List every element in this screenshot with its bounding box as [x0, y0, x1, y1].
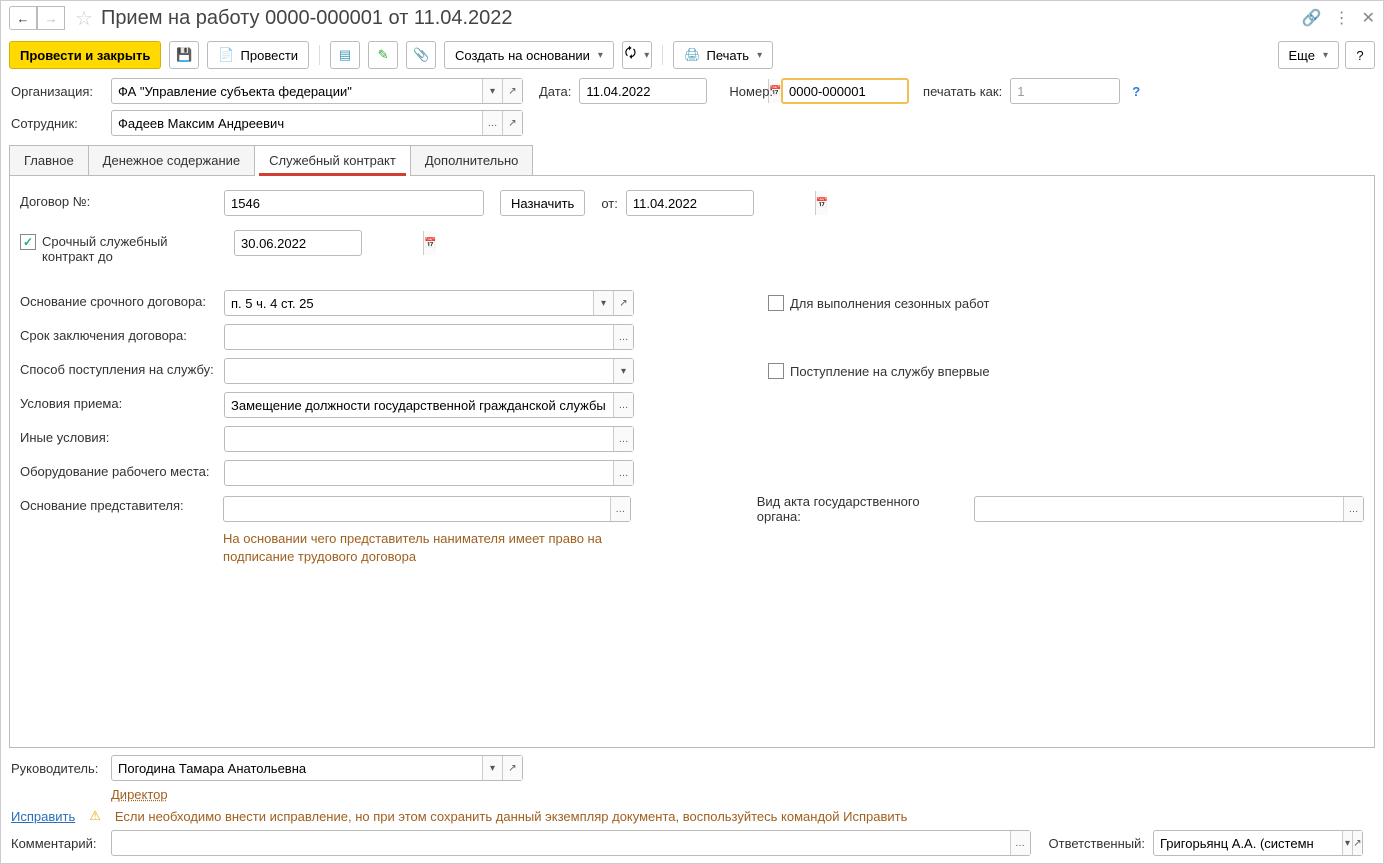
kebab-menu-icon[interactable]: ⋮	[1334, 8, 1350, 28]
print-button[interactable]: 🖨Печать▾	[673, 41, 773, 69]
nav-back-button[interactable]: ←	[9, 6, 37, 30]
responsible-label: Ответственный:	[1049, 836, 1145, 851]
dropdown-icon[interactable]: ▾	[593, 291, 613, 315]
calendar-icon[interactable]: 📅	[815, 191, 828, 215]
printer-icon: 🖨	[684, 47, 701, 63]
fix-warning-text: Если необходимо внести исправление, но п…	[115, 809, 907, 824]
contract-number-label: Договор №:	[20, 190, 216, 209]
tab-additional[interactable]: Дополнительно	[410, 145, 534, 175]
date-input[interactable]: 📅	[579, 78, 707, 104]
basis-label: Основание срочного договора:	[20, 290, 216, 309]
organization-label: Организация:	[11, 84, 103, 99]
employee-input[interactable]: … ↗	[111, 110, 523, 136]
contract-number-input[interactable]	[224, 190, 484, 216]
seasonal-checkbox[interactable]	[768, 295, 784, 311]
open-icon[interactable]: ↗	[502, 79, 522, 103]
manager-label: Руководитель:	[11, 761, 103, 776]
warning-icon: ⚠	[89, 808, 101, 824]
open-icon[interactable]: ↗	[1352, 831, 1362, 855]
nav-forward-button[interactable]: →	[37, 6, 65, 30]
comment-label: Комментарий:	[11, 836, 103, 851]
date-label: Дата:	[539, 84, 571, 99]
first-time-label: Поступление на службу впервые	[790, 364, 990, 379]
tab-main[interactable]: Главное	[9, 145, 89, 175]
tab-contract[interactable]: Служебный контракт	[254, 145, 411, 175]
select-icon[interactable]: …	[613, 325, 633, 349]
number-input[interactable]	[781, 78, 909, 104]
open-icon[interactable]: ↗	[613, 291, 633, 315]
act-type-input[interactable]: …	[974, 496, 1364, 522]
employee-label: Сотрудник:	[11, 116, 103, 131]
act-type-label: Вид акта государственного органа:	[757, 494, 966, 524]
open-icon[interactable]: ↗	[502, 756, 522, 780]
rep-basis-hint: На основании чего представитель нанимате…	[223, 530, 623, 566]
print-as-label: печатать как:	[923, 84, 1002, 99]
more-button[interactable]: Еще▾	[1278, 41, 1339, 69]
entry-method-label: Способ поступления на службу:	[20, 358, 246, 377]
first-time-checkbox[interactable]	[768, 363, 784, 379]
manager-position-link[interactable]: Директор	[111, 787, 168, 802]
urgent-label: Срочный служебный контракт до	[42, 234, 212, 264]
select-icon[interactable]: …	[1010, 831, 1030, 855]
contract-from-input[interactable]: 📅	[626, 190, 754, 216]
favorite-star-icon[interactable]: ☆	[75, 6, 93, 31]
other-conditions-label: Иные условия:	[20, 426, 216, 445]
save-icon: 💾	[176, 47, 192, 63]
link-icon[interactable]: 🔗	[1302, 8, 1322, 28]
fix-link[interactable]: Исправить	[11, 809, 75, 824]
contract-from-label: от:	[601, 196, 618, 211]
number-label: Номер:	[729, 84, 773, 99]
refresh-icon: 🗘	[625, 44, 637, 66]
entry-method-input[interactable]: ▾	[224, 358, 634, 384]
document-button[interactable]: ▤	[330, 41, 360, 69]
term-label: Срок заключения договора:	[20, 324, 216, 343]
conditions-input[interactable]: …	[224, 392, 634, 418]
paperclip-icon: 📎	[413, 47, 429, 63]
post-and-close-button[interactable]: Провести и закрыть	[9, 41, 161, 69]
urgent-date-input[interactable]: 📅	[234, 230, 362, 256]
other-conditions-input[interactable]: …	[224, 426, 634, 452]
post-button[interactable]: 📄Провести	[207, 41, 309, 69]
print-as-input[interactable]	[1010, 78, 1120, 104]
assign-button[interactable]: Назначить	[500, 190, 585, 216]
dropdown-icon[interactable]: ▾	[1342, 831, 1352, 855]
responsible-input[interactable]: ▾ ↗	[1153, 830, 1363, 856]
dropdown-icon[interactable]: ▾	[482, 79, 502, 103]
attachment-button[interactable]: 📎	[406, 41, 436, 69]
close-icon[interactable]: ✕	[1362, 8, 1375, 28]
manager-input[interactable]: ▾ ↗	[111, 755, 523, 781]
select-icon[interactable]: …	[613, 461, 633, 485]
document-icon: ▤	[339, 47, 351, 63]
select-icon[interactable]: …	[613, 427, 633, 451]
conditions-label: Условия приема:	[20, 392, 216, 411]
rep-basis-input[interactable]: …	[223, 496, 631, 522]
post-icon: 📄	[218, 47, 234, 63]
help-icon[interactable]: ?	[1132, 84, 1140, 99]
highlight-button[interactable]: ✎	[368, 41, 398, 69]
tab-salary[interactable]: Денежное содержание	[88, 145, 255, 175]
pencil-icon: ✎	[378, 47, 389, 63]
help-button[interactable]: ?	[1345, 41, 1375, 69]
select-icon[interactable]: …	[482, 111, 502, 135]
calendar-icon[interactable]: 📅	[423, 231, 436, 255]
select-icon[interactable]: …	[610, 497, 630, 521]
workplace-label: Оборудование рабочего места:	[20, 460, 216, 479]
workplace-input[interactable]: …	[224, 460, 634, 486]
open-icon[interactable]: ↗	[502, 111, 522, 135]
window-title: Прием на работу 0000-000001 от 11.04.202…	[101, 7, 1302, 30]
select-icon[interactable]: …	[613, 393, 633, 417]
dropdown-icon[interactable]: ▾	[482, 756, 502, 780]
dropdown-icon[interactable]: ▾	[613, 359, 633, 383]
urgent-checkbox[interactable]: ✓	[20, 234, 36, 250]
refresh-button[interactable]: 🗘▾	[622, 41, 652, 69]
organization-input[interactable]: ▾ ↗	[111, 78, 523, 104]
seasonal-label: Для выполнения сезонных работ	[790, 296, 989, 311]
rep-basis-label: Основание представителя:	[20, 494, 215, 513]
select-icon[interactable]: …	[1343, 497, 1363, 521]
save-button[interactable]: 💾	[169, 41, 199, 69]
create-on-basis-button[interactable]: Создать на основании▾	[444, 41, 614, 69]
term-input[interactable]: …	[224, 324, 634, 350]
basis-input[interactable]: ▾ ↗	[224, 290, 634, 316]
comment-input[interactable]: …	[111, 830, 1031, 856]
